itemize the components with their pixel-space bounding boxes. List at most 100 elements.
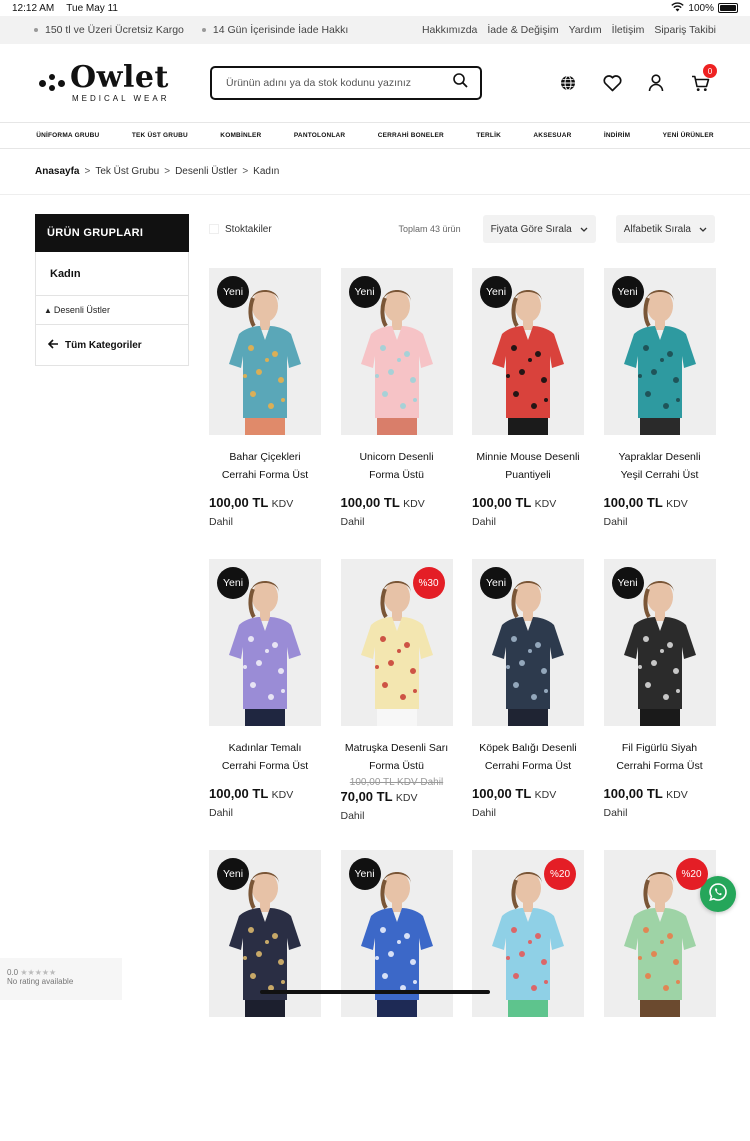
price-value: 100,00 TL [209,786,269,801]
nav-terlik[interactable]: TERLİK [476,132,501,139]
product-card[interactable]: Yeni [209,850,321,1141]
brand-logo[interactable]: Owlet MEDICAL WEAR [36,63,186,103]
price-value: 100,00 TL [472,786,532,801]
nav-uniforma-grubu[interactable]: ÜNİFORMA GRUBU [36,132,99,139]
sort-alphabetical-dropdown[interactable]: Alfabetik Sırala [615,215,715,243]
product-name[interactable]: Minnie Mouse Desenli Puantiyeli [472,449,584,485]
total-product-count: Toplam 43 ürün [398,224,461,234]
link-order-tracking[interactable]: Sipariş Takibi [654,24,716,36]
cart-icon[interactable]: 0 [690,64,717,93]
perk-return: 14 Gün İçerisinde İade Hakkı [201,24,348,36]
sort-by-price-dropdown[interactable]: Fiyata Göre Sırala [482,215,596,243]
stars-icon: ★★★★★ [20,968,57,977]
nav-indirim[interactable]: İNDİRİM [604,132,630,139]
product-price: 100,00 TL KDV [341,495,453,512]
search-box [210,66,482,100]
product-name[interactable]: Matruşka Desenli Sarı Forma Üstü [341,740,453,776]
product-card[interactable]: %30 Matruşka Desenli Sarı Forma Üstü 100,0… [340,559,453,850]
in-stock-filter[interactable]: Stoktakiler [209,224,272,235]
nav-pantolonlar[interactable]: PANTOLONLAR [294,132,345,139]
product-card[interactable]: Yeni Kadınlar Temalı Cerrahi Forma Üst 100… [209,559,321,850]
price-tax-included: Dahil [603,516,628,528]
product-price: 100,00 TL KDV [209,786,321,803]
all-categories-link[interactable]: Tüm Kategoriler [36,325,188,365]
price-tax-label: KDV [403,498,425,510]
product-image[interactable]: Yeni [209,268,321,435]
price-tax-label: KDV [395,792,418,804]
product-name[interactable]: Köpek Balığı Desenli Cerrahi Forma Üst [472,740,584,776]
breadcrumb-tek-ust[interactable]: Tek Üst Grubu [95,166,159,177]
breadcrumb-separator: > [84,166,91,177]
price-value: 70,00 TL [340,789,393,804]
product-name[interactable]: Unicorn Desenli Forma Üstü [341,449,453,485]
new-badge: Yeni [217,858,249,890]
product-image[interactable]: Yeni [472,268,584,435]
price-value: 100,00 TL [603,786,663,801]
bullet-icon [201,28,206,32]
nav-yeni-urunler[interactable]: YENİ ÜRÜNLER [663,132,714,139]
link-about[interactable]: Hakkımızda [422,24,477,36]
product-image[interactable]: Yeni [603,268,716,435]
product-name[interactable]: Yapraklar Desenli Yeşil Cerrahi Üst [604,449,716,485]
price-tax-label: KDV [666,498,688,510]
nav-aksesuar[interactable]: AKSESUAR [533,132,571,139]
battery-percent: 100% [688,2,714,14]
sidebar-category-kadin[interactable]: Kadın [36,252,188,296]
old-price: 100,00 TL KDV Dahil [349,777,444,788]
product-card[interactable]: Yeni Bahar Çiçekleri Cerrahi Forma Üst 100… [209,268,321,559]
price-tax-label: KDV [271,498,294,510]
price-value: 100,00 TL [472,495,532,510]
product-name[interactable]: Bahar Çiçekleri Cerrahi Forma Üst [209,449,321,485]
sidebar-subcategory[interactable]: ▲ Desenli Üstler [36,296,188,325]
heart-icon[interactable] [602,73,622,93]
nav-tek-ust-grubu[interactable]: TEK ÜST GRUBU [132,132,188,139]
search-input[interactable] [226,77,453,89]
status-date: Tue May 11 [66,2,118,14]
product-card[interactable]: Yeni Minnie Mouse Desenli Puantiyeli 100,0… [472,268,584,559]
new-badge: Yeni [611,276,644,308]
product-image[interactable]: Yeni [472,559,584,726]
link-help[interactable]: Yardım [569,24,602,36]
rating-text: No rating available [7,977,74,986]
product-image[interactable]: %30 [340,559,453,726]
new-badge: Yeni [348,276,381,308]
price-tax-included: Dahil [209,516,233,528]
product-name[interactable]: Fil Figürlü Siyah Cerrahi Forma Üst [604,740,716,776]
breadcrumb-home[interactable]: Anasayfa [35,166,79,177]
link-returns[interactable]: İade & Değişim [487,24,558,36]
link-contact[interactable]: İletişim [612,24,645,36]
product-image[interactable]: %20 [603,850,716,1017]
chevron-down-icon [699,224,707,235]
new-badge: Yeni [217,567,249,599]
product-card[interactable]: Yeni Unicorn Desenli Forma Üstü 100,00 TL … [340,268,453,559]
product-image[interactable]: Yeni [340,268,453,435]
nav-kombinler[interactable]: KOMBİNLER [220,132,261,139]
product-name[interactable]: Kadınlar Temalı Cerrahi Forma Üst [209,740,321,776]
product-image[interactable]: Yeni [209,559,321,726]
brand-name: Owlet [70,60,169,95]
product-card[interactable]: %20 [603,850,716,1141]
product-card[interactable]: %20 [472,850,584,1141]
rating-widget[interactable]: 0.0 ★★★★★ No rating available [0,958,122,1000]
user-icon[interactable] [646,73,666,93]
nav-cerrahi-boneler[interactable]: CERRAHİ BONELER [378,132,444,139]
in-stock-checkbox[interactable] [209,224,219,234]
breadcrumb: Anasayfa > Tek Üst Grubu > Desenli Üstle… [35,166,279,177]
product-card[interactable]: Yeni Yapraklar Desenli Yeşil Cerrahi Üst 1… [603,268,716,559]
sidebar-title: ÜRÜN GRUPLARI [35,214,189,252]
breadcrumb-separator: > [242,166,249,177]
product-card[interactable]: Yeni Köpek Balığı Desenli Cerrahi Forma Ü… [472,559,584,850]
product-price: 100,00 TL KDV [472,786,584,803]
search-icon[interactable] [453,73,468,93]
status-bar: 12:12 AM Tue May 11 100% [0,0,750,16]
product-image[interactable]: Yeni [603,559,716,726]
globe-icon[interactable] [558,73,578,93]
product-card[interactable]: Yeni [340,850,453,1141]
owl-logo-icon [36,66,70,100]
product-card[interactable]: Yeni Fil Figürlü Siyah Cerrahi Forma Üst 1… [603,559,716,850]
discount-badge: %30 [412,567,445,599]
cart-count-badge: 0 [703,64,717,78]
price-tax-included: Dahil [209,807,233,819]
breadcrumb-desenli-ustler[interactable]: Desenli Üstler [175,166,237,177]
discount-badge: %20 [544,858,576,890]
